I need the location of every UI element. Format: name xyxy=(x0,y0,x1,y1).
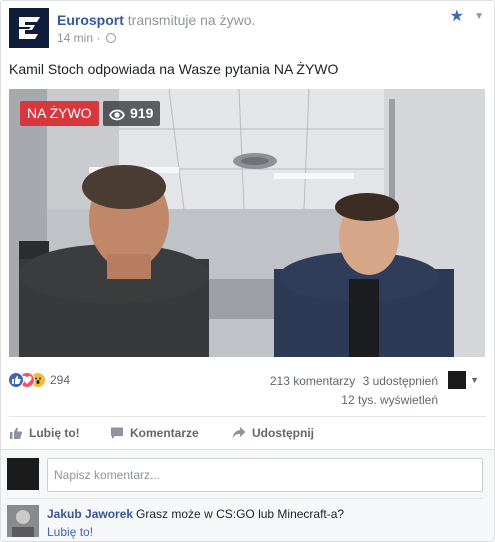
divider xyxy=(7,498,483,499)
post-header: Eurosport transmituje na żywo. 14 min · … xyxy=(9,8,486,50)
feed-post: Eurosport transmituje na żywo. 14 min · … xyxy=(0,0,495,542)
post-action-text: transmituje na żywo. xyxy=(127,12,256,28)
shares-count-link[interactable]: 3 udostępnień xyxy=(363,374,438,388)
page-name-link[interactable]: Eurosport xyxy=(57,12,124,28)
post-text: Kamil Stoch odpowiada na Wasze pytania N… xyxy=(9,61,339,77)
divider xyxy=(9,416,486,417)
comment-author[interactable]: Jakub Jaworek xyxy=(47,507,133,521)
eye-icon xyxy=(109,109,125,121)
share-icon xyxy=(232,427,246,439)
comment-like-link[interactable]: Lubię to! xyxy=(47,524,93,540)
views-count: 12 tys. wyświetleń xyxy=(341,393,438,407)
comments-count-link[interactable]: 213 komentarzy xyxy=(270,374,355,388)
comment-body: Jakub Jaworek Grasz może w CS:GO lub Mine… xyxy=(47,506,344,522)
comment-input[interactable]: Napisz komentarz... xyxy=(47,458,483,492)
like-icon xyxy=(8,372,24,388)
star-icon[interactable]: ★ xyxy=(450,8,464,26)
like-button-label: Lubię to! xyxy=(29,426,80,440)
post-meta: 14 min · xyxy=(57,30,116,46)
reaction-count: 294 xyxy=(50,373,71,387)
share-button[interactable]: Udostępnij xyxy=(232,426,314,440)
comment-button[interactable]: Komentarze xyxy=(110,426,199,440)
reaction-summary[interactable]: 294 xyxy=(8,372,70,390)
current-user-avatar[interactable] xyxy=(7,458,39,490)
thumbs-up-icon xyxy=(10,427,22,439)
viewer-count-badge: 919 xyxy=(103,101,161,126)
viewer-avatar[interactable] xyxy=(448,371,466,389)
meta-separator: · xyxy=(96,31,101,45)
viewer-count: 919 xyxy=(130,105,154,121)
post-time[interactable]: 14 min xyxy=(57,31,93,45)
comment-text: Grasz może w CS:GO lub Minecraft-a? xyxy=(136,507,345,521)
live-badge: NA ŻYWO xyxy=(20,101,99,126)
chevron-down-icon[interactable]: ▼ xyxy=(470,373,479,387)
comment-button-label: Komentarze xyxy=(130,426,199,440)
commenter-avatar[interactable] xyxy=(7,505,39,537)
comments-section: Napisz komentarz... Jakub Jaworek Grasz m… xyxy=(1,449,494,541)
video-frame xyxy=(9,89,485,357)
post-title-line: Eurosport transmituje na żywo. xyxy=(57,11,255,29)
engagement-stats: 213 komentarzy 3 udostępnień xyxy=(270,374,438,388)
chevron-down-icon[interactable]: ▼ xyxy=(474,10,484,24)
page-avatar[interactable] xyxy=(9,8,49,48)
live-video[interactable]: NA ŻYWO 919 xyxy=(9,89,485,357)
comment-icon xyxy=(111,427,123,439)
share-button-label: Udostępnij xyxy=(252,426,314,440)
post-actions: Lubię to! Komentarze Udostępnij xyxy=(1,421,494,447)
globe-icon xyxy=(105,33,116,43)
like-button[interactable]: Lubię to! xyxy=(9,426,80,440)
